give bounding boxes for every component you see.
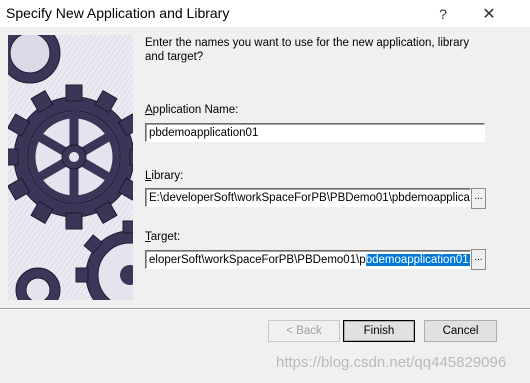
watermark: https://blog.csdn.net/qq445829096 xyxy=(276,354,507,371)
library-browse-button[interactable]: ... xyxy=(471,188,486,209)
close-button[interactable]: ✕ xyxy=(474,0,504,27)
target-label: Target: xyxy=(145,231,181,243)
gear-illustration xyxy=(8,35,133,300)
library-input[interactable]: E:\developerSoft\workSpaceForPB\PBDemo01… xyxy=(145,188,471,207)
target-input[interactable]: eloperSoft\workSpaceForPB\PBDemo01\pbdem… xyxy=(145,250,471,269)
back-button[interactable]: < Back xyxy=(268,320,340,342)
target-text-selected: bdemoapplication01.pbt xyxy=(365,254,470,266)
intro-text: Enter the names you want to use for the … xyxy=(145,37,470,63)
target-browse-button[interactable]: ... xyxy=(471,249,486,270)
application-name-input[interactable]: pbdemoapplication01 xyxy=(145,123,485,142)
gear-icon xyxy=(8,35,133,300)
library-label: Library: xyxy=(145,170,184,182)
finish-button[interactable]: Finish xyxy=(343,320,415,342)
help-button[interactable]: ? xyxy=(428,0,458,27)
title-bar: Specify New Application and Library ? ✕ xyxy=(0,0,530,27)
separator-highlight xyxy=(0,309,530,310)
application-name-label: Application Name: xyxy=(145,104,239,116)
dialog-content: Enter the names you want to use for the … xyxy=(133,27,530,315)
target-text-unselected: eloperSoft\workSpaceForPB\PBDemo01\p xyxy=(149,254,366,266)
cancel-button[interactable]: Cancel xyxy=(424,320,497,342)
window-title: Specify New Application and Library xyxy=(6,5,230,21)
